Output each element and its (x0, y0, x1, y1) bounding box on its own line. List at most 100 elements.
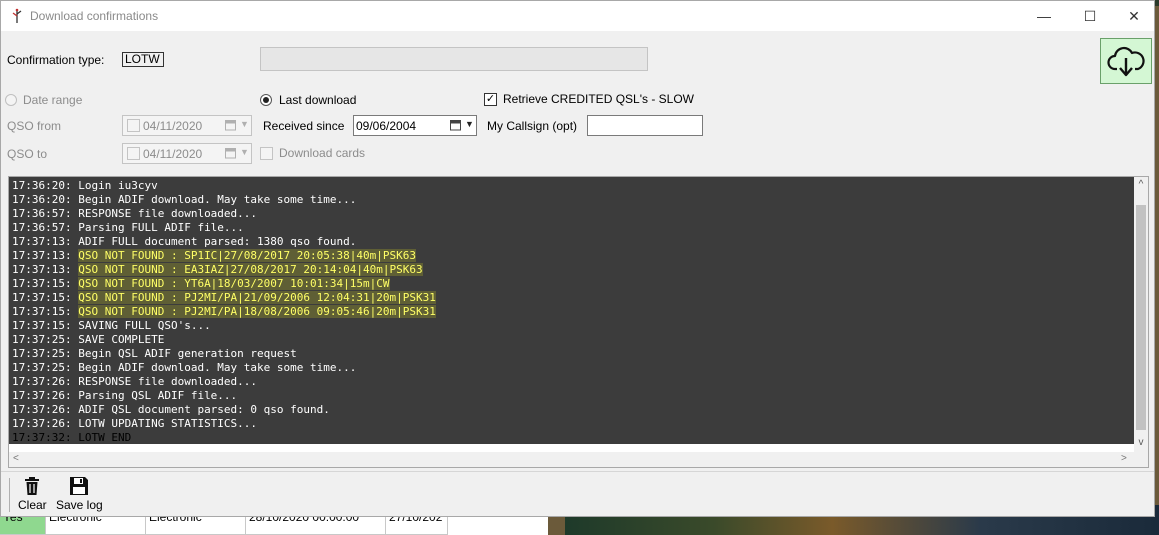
received-since-value: 09/06/2004 (356, 119, 417, 133)
log-line: 17:37:13: QSO NOT FOUND : SP1IC|27/08/20… (12, 249, 416, 263)
calendar-icon (225, 120, 236, 131)
my-callsign-label: My Callsign (opt) (487, 119, 578, 133)
log-timestamp: 17:37:25 (12, 333, 65, 346)
log-separator: : (64, 263, 79, 276)
log-line: 17:37:25: Begin ADIF download. May take … (12, 361, 356, 375)
received-since-label: Received since (263, 119, 345, 133)
window-title: Download confirmations (30, 9, 159, 23)
calendar-icon (450, 120, 461, 131)
log-separator: : (64, 417, 79, 430)
log-timestamp: 17:37:26 (12, 417, 65, 430)
log-timestamp: 17:37:25 (12, 347, 65, 360)
calendar-icon (225, 148, 236, 159)
log-timestamp: 17:37:15 (12, 277, 65, 290)
log-timestamp: 17:37:13 (12, 263, 65, 276)
log-line: 17:37:15: SAVING FULL QSO's... (12, 319, 211, 333)
download-confirmations-window: Download confirmations — ☐ ✕ Confirmatio… (0, 0, 1155, 517)
log-separator: : (64, 375, 79, 388)
confirmation-type-label: Confirmation type: (7, 53, 105, 67)
log-line: 17:36:57: RESPONSE file downloaded... (12, 207, 257, 221)
log-separator: : (64, 249, 79, 262)
check-mark-icon: ✓ (485, 93, 496, 105)
log-vertical-scrollbar[interactable]: ^ v (1134, 177, 1148, 452)
scrollbar-thumb[interactable] (1136, 205, 1146, 430)
log-separator: : (64, 207, 79, 220)
last-download-radio[interactable] (260, 94, 272, 106)
log-separator: : (64, 333, 79, 346)
log-line: 17:37:26: ADIF QSL document parsed: 0 qs… (12, 403, 330, 417)
log-timestamp: 17:37:13 (12, 235, 65, 248)
clear-button[interactable]: Clear (18, 476, 47, 512)
received-since-date-picker[interactable]: 09/06/2004 ▼ (353, 115, 477, 136)
retrieve-credited-checkbox[interactable]: ✓ (484, 93, 497, 106)
antenna-icon (12, 8, 22, 23)
log-message: Begin ADIF download. May take some time.… (78, 361, 357, 374)
log-timestamp: 17:36:57 (12, 207, 65, 220)
log-timestamp: 17:37:25 (12, 361, 65, 374)
scroll-up-icon[interactable]: ^ (1135, 179, 1147, 191)
title-bar: Download confirmations — ☐ ✕ (1, 1, 1154, 31)
log-message: ADIF QSL document parsed: 0 qso found. (78, 403, 330, 416)
qso-to-date-picker[interactable]: 04/11/2020 ▼ (122, 143, 252, 164)
chevron-down-icon: ▼ (465, 119, 474, 129)
qso-from-date-picker[interactable]: 04/11/2020 ▼ (122, 115, 252, 136)
log-timestamp: 17:36:20 (12, 179, 65, 192)
log-separator: : (64, 347, 79, 360)
log-message-highlighted: QSO NOT FOUND : YT6A|18/03/2007 10:01:34… (78, 277, 390, 290)
qso-from-label: QSO from (7, 119, 62, 133)
log-line: 17:37:25: SAVE COMPLETE (12, 333, 164, 347)
save-log-button[interactable]: Save log (56, 476, 103, 512)
scroll-down-icon[interactable]: v (1135, 437, 1147, 449)
log-line: 17:36:20: Begin ADIF download. May take … (12, 193, 356, 207)
log-separator: : (64, 277, 79, 290)
last-download-label: Last download (279, 93, 357, 107)
confirmation-type-select[interactable]: LOTW (122, 52, 164, 67)
log-line: 17:37:15: QSO NOT FOUND : PJ2MI/PA|18/08… (12, 305, 436, 319)
log-timestamp: 17:37:15 (12, 291, 65, 304)
scroll-right-icon[interactable]: > (1121, 453, 1127, 464)
qso-to-value: 04/11/2020 (143, 147, 203, 161)
log-separator: : (64, 221, 79, 234)
log-timestamp: 17:37:15 (12, 319, 65, 332)
log-timestamp: 17:37:13 (12, 249, 65, 262)
log-line: 17:36:57: Parsing FULL ADIF file... (12, 221, 244, 235)
scroll-left-icon[interactable]: < (13, 453, 19, 464)
log-message-highlighted: QSO NOT FOUND : PJ2MI/PA|21/09/2006 12:0… (78, 291, 436, 304)
log-message: ADIF FULL document parsed: 1380 qso foun… (78, 235, 357, 248)
bottom-toolbar: Clear Save log (1, 471, 1154, 517)
qso-to-enable-checkbox[interactable] (127, 147, 140, 160)
log-separator: : (64, 193, 79, 206)
qso-from-enable-checkbox[interactable] (127, 119, 140, 132)
floppy-disk-icon (70, 477, 89, 495)
log-separator: : (64, 305, 79, 318)
qso-to-label: QSO to (7, 147, 48, 161)
date-range-radio[interactable] (5, 94, 17, 106)
log-message: RESPONSE file downloaded... (78, 375, 258, 388)
date-range-label: Date range (23, 93, 83, 107)
clear-label: Clear (18, 498, 47, 512)
download-button[interactable] (1100, 38, 1152, 84)
log-separator: : (64, 291, 79, 304)
log-timestamp: 17:37:26 (12, 403, 65, 416)
radio-selected-dot (263, 97, 269, 103)
trash-icon (25, 477, 40, 495)
log-message: Begin QSL ADIF generation request (78, 347, 297, 360)
my-callsign-input[interactable] (587, 115, 703, 136)
log-line: 17:37:15: QSO NOT FOUND : PJ2MI/PA|21/09… (12, 291, 436, 305)
save-log-label: Save log (56, 498, 103, 512)
log-line: 17:37:26: Parsing QSL ADIF file... (12, 389, 237, 403)
log-message: SAVING FULL QSO's... (78, 319, 211, 332)
log-line: 17:37:13: QSO NOT FOUND : EA3IAZ|27/08/2… (12, 263, 423, 277)
close-button[interactable]: ✕ (1111, 1, 1157, 31)
retrieve-credited-label: Retrieve CREDITED QSL's - SLOW (503, 92, 694, 106)
qso-from-value: 04/11/2020 (143, 119, 203, 133)
status-field (260, 47, 648, 71)
minimize-button[interactable]: — (1021, 1, 1067, 31)
log-text-area[interactable]: 17:36:20: Login iu3cyv 17:36:20: Begin AD… (9, 177, 1134, 444)
log-message: RESPONSE file downloaded... (78, 207, 258, 220)
log-timestamp: 17:36:57 (12, 221, 65, 234)
log-separator: : (64, 319, 79, 332)
download-cards-checkbox[interactable] (260, 147, 273, 160)
log-horizontal-scrollbar[interactable]: < > (9, 452, 1148, 467)
maximize-button[interactable]: ☐ (1067, 1, 1113, 31)
